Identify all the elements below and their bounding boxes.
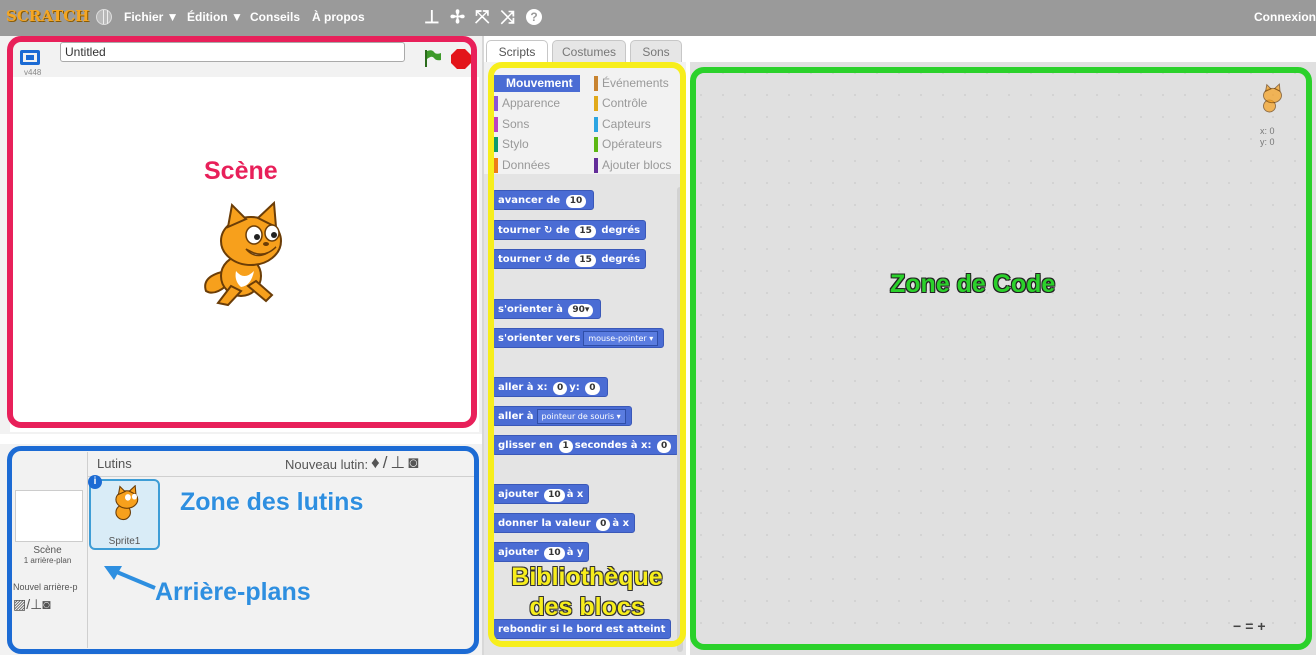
editor-tabs: Scripts Costumes Sons bbox=[484, 36, 1316, 62]
sprite-panel: Scène 1 arrière-plan Nouvel arrière-p ▨/… bbox=[0, 444, 482, 655]
menu-bar: SCRATCH Fichier ▼ Édition ▼ Conseils À p… bbox=[0, 0, 1316, 36]
sprite-y-readout: y: 0 bbox=[1260, 137, 1275, 147]
palette-annotation: Bibliothèque des blocs bbox=[487, 562, 687, 622]
menu-file[interactable]: Fichier ▼ bbox=[124, 10, 179, 24]
tab-scripts[interactable]: Scripts bbox=[486, 40, 548, 62]
palette-annotation-line1: Bibliothèque bbox=[511, 563, 663, 591]
current-sprite-icon bbox=[1263, 83, 1282, 113]
menu-edit[interactable]: Édition ▼ bbox=[187, 10, 243, 24]
sprite-highlight-frame bbox=[7, 446, 479, 654]
zoom-reset-icon[interactable]: = bbox=[1245, 618, 1257, 634]
tab-sounds[interactable]: Sons bbox=[630, 40, 682, 62]
code-zone-annotation: Zone de Code bbox=[890, 270, 1056, 298]
delete-icon[interactable]: ✢ bbox=[450, 7, 465, 27]
duplicate-icon[interactable]: ⊥ bbox=[424, 7, 440, 27]
palette-highlight-frame bbox=[488, 62, 686, 647]
code-highlight-frame bbox=[690, 67, 1312, 650]
sprite-x-readout: x: 0 bbox=[1260, 126, 1275, 136]
stage-highlight-frame bbox=[7, 36, 477, 428]
scratch-logo[interactable]: SCRATCH bbox=[6, 7, 89, 25]
tab-costumes[interactable]: Costumes bbox=[552, 40, 626, 62]
zoom-out-icon[interactable]: − bbox=[1233, 618, 1245, 634]
menu-about[interactable]: À propos bbox=[312, 10, 365, 24]
zoom-controls: −=+ bbox=[1233, 618, 1270, 634]
zoom-in-icon[interactable]: + bbox=[1257, 618, 1269, 634]
login-link[interactable]: Connexion bbox=[1254, 10, 1316, 24]
shrink-icon[interactable]: ⤨ bbox=[500, 7, 514, 27]
stage-panel: v448 Scène bbox=[0, 36, 482, 434]
grow-icon[interactable]: ⤧ bbox=[475, 7, 489, 27]
palette-annotation-line2: des blocs bbox=[529, 593, 645, 621]
language-globe-icon[interactable] bbox=[96, 9, 112, 25]
menu-tips[interactable]: Conseils bbox=[250, 10, 300, 24]
help-icon[interactable]: ? bbox=[526, 9, 542, 25]
